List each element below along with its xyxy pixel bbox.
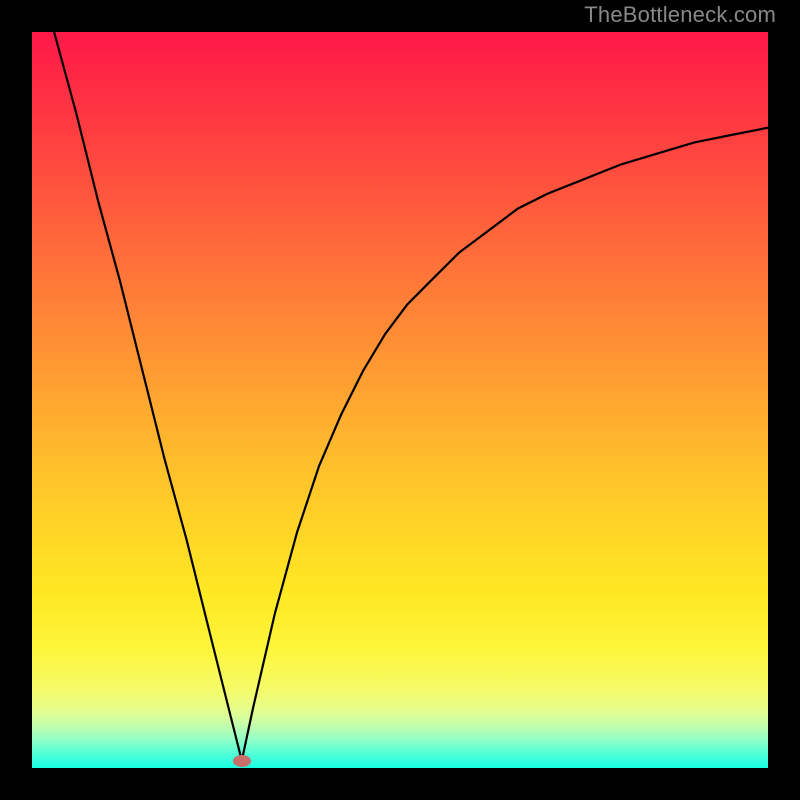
- watermark-text: TheBottleneck.com: [584, 2, 776, 28]
- bottleneck-curve: [32, 32, 768, 768]
- chart-frame: TheBottleneck.com: [0, 0, 800, 800]
- optimum-marker: [233, 755, 251, 767]
- plot-area: [32, 32, 768, 768]
